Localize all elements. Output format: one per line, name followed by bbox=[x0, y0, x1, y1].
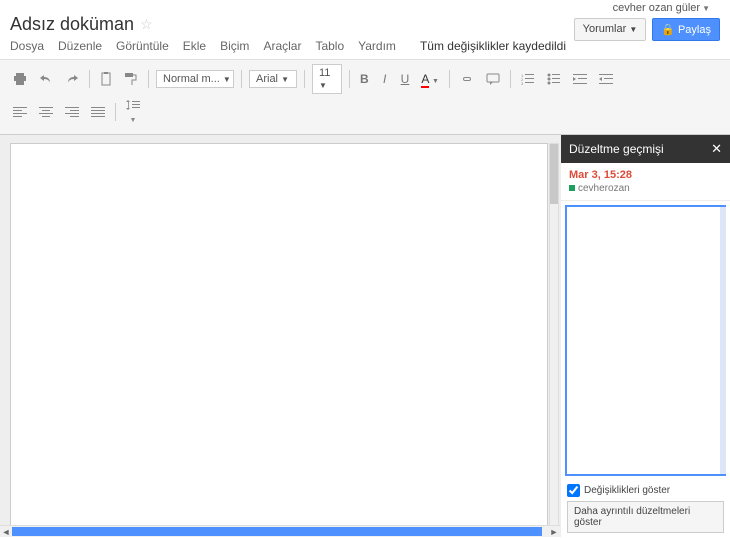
link-icon[interactable] bbox=[455, 71, 479, 87]
user-dropdown-icon: ▼ bbox=[702, 4, 710, 13]
scroll-left-icon[interactable]: ◄ bbox=[0, 526, 12, 538]
text-color-button[interactable]: A ▼ bbox=[416, 69, 444, 89]
revision-item[interactable]: Mar 3, 15:28 cevherozan bbox=[561, 163, 730, 201]
menu-insert[interactable]: Ekle bbox=[183, 39, 206, 53]
revision-date: Mar 3, 15:28 bbox=[569, 169, 722, 181]
menu-tools[interactable]: Araçlar bbox=[263, 39, 301, 53]
scroll-right-icon[interactable]: ► bbox=[548, 526, 560, 538]
bold-button[interactable]: B bbox=[355, 69, 374, 89]
comment-icon[interactable] bbox=[481, 70, 505, 88]
align-justify-icon[interactable] bbox=[86, 103, 110, 121]
menu-table[interactable]: Tablo bbox=[315, 39, 344, 53]
menu-edit[interactable]: Düzenle bbox=[58, 39, 102, 53]
dropdown-icon: ▼ bbox=[629, 25, 637, 34]
horizontal-scrollbar[interactable]: ◄ ► bbox=[0, 525, 560, 537]
show-changes-input[interactable] bbox=[567, 484, 580, 497]
share-button[interactable]: 🔒Paylaş bbox=[652, 18, 720, 41]
bullet-list-icon[interactable] bbox=[542, 70, 566, 88]
indent-icon[interactable] bbox=[594, 70, 618, 88]
menu-file[interactable]: Dosya bbox=[10, 39, 44, 53]
font-select[interactable]: Arial ▼ bbox=[249, 70, 297, 88]
h-scrollbar-thumb[interactable] bbox=[12, 527, 542, 536]
star-icon[interactable]: ☆ bbox=[140, 16, 153, 33]
user-name[interactable]: cevher ozan güler▼ bbox=[613, 2, 710, 14]
svg-text:3: 3 bbox=[521, 81, 524, 85]
undo-icon[interactable] bbox=[34, 70, 58, 88]
italic-button[interactable]: I bbox=[376, 69, 394, 89]
document-page[interactable] bbox=[10, 143, 548, 527]
scrollbar-thumb[interactable] bbox=[550, 144, 558, 204]
paint-format-icon[interactable] bbox=[119, 69, 143, 89]
save-status: Tüm değişiklikler kaydedildi bbox=[420, 39, 566, 53]
menu-help[interactable]: Yardım bbox=[358, 39, 396, 53]
toolbar: Normal m... ▼ Arial ▼ 11 ▼ B I U A ▼ 123… bbox=[0, 59, 730, 135]
menu-format[interactable]: Biçim bbox=[220, 39, 249, 53]
panel-title: Düzeltme geçmişi bbox=[569, 142, 664, 156]
style-select[interactable]: Normal m... ▼ bbox=[156, 70, 234, 88]
align-right-icon[interactable] bbox=[60, 103, 84, 121]
outdent-icon[interactable] bbox=[568, 70, 592, 88]
revision-user: cevherozan bbox=[569, 183, 722, 194]
line-spacing-icon[interactable]: ▼ bbox=[121, 96, 145, 128]
redo-icon[interactable] bbox=[60, 70, 84, 88]
preview-scrollbar[interactable] bbox=[720, 207, 726, 474]
content-area: ◄ ► Düzeltme geçmişi ✕ Mar 3, 15:28 cevh… bbox=[0, 135, 730, 537]
close-icon[interactable]: ✕ bbox=[711, 141, 722, 157]
show-changes-checkbox[interactable]: Değişiklikleri göster bbox=[567, 484, 724, 497]
print-icon[interactable] bbox=[8, 70, 32, 88]
revision-preview[interactable] bbox=[565, 205, 726, 476]
underline-button[interactable]: U bbox=[396, 69, 415, 89]
align-left-icon[interactable] bbox=[8, 103, 32, 121]
align-center-icon[interactable] bbox=[34, 103, 58, 121]
fontsize-select[interactable]: 11 ▼ bbox=[312, 64, 342, 94]
clipboard-icon[interactable] bbox=[95, 69, 117, 89]
document-title[interactable]: Adsız doküman bbox=[10, 14, 134, 35]
revision-panel: Düzeltme geçmişi ✕ Mar 3, 15:28 cevheroz… bbox=[561, 135, 730, 537]
vertical-scrollbar[interactable] bbox=[549, 143, 559, 527]
menu-view[interactable]: Görüntüle bbox=[116, 39, 169, 53]
panel-header: Düzeltme geçmişi ✕ bbox=[561, 135, 730, 163]
lock-icon: 🔒 bbox=[661, 24, 675, 36]
comments-button[interactable]: Yorumlar ▼ bbox=[574, 18, 647, 41]
numbered-list-icon[interactable]: 123 bbox=[516, 70, 540, 88]
detailed-revisions-button[interactable]: Daha ayrıntılı düzeltmeleri göster bbox=[567, 501, 724, 533]
user-color-icon bbox=[569, 185, 575, 191]
